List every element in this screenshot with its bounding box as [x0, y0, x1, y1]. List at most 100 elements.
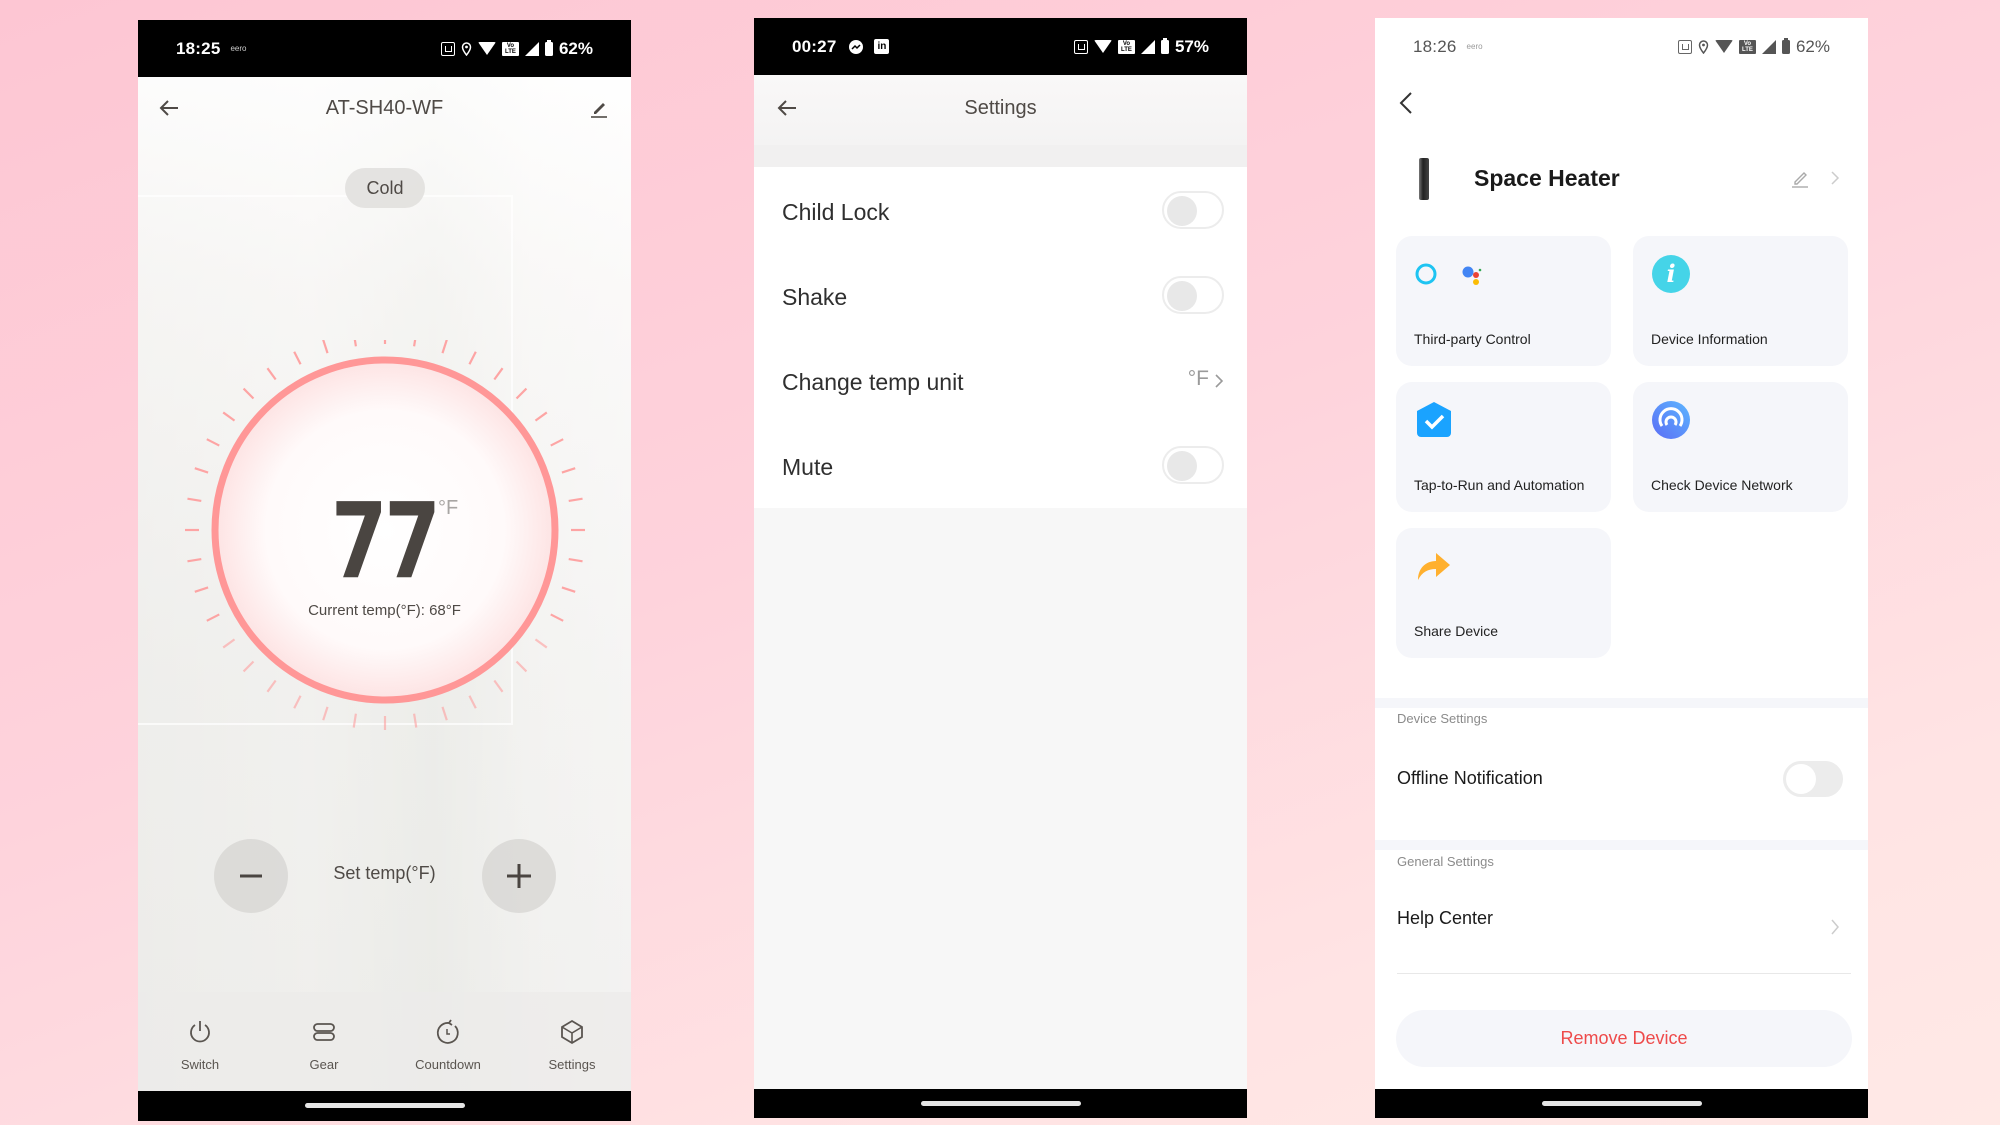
setting-row-child-lock: Child Lock [754, 167, 1247, 252]
child-lock-toggle[interactable] [1162, 191, 1224, 229]
battery-percent: 62% [558, 38, 593, 58]
tab-settings[interactable]: Settings [522, 1018, 622, 1072]
card-label: Third-party Control [1414, 331, 1531, 347]
cube-settings-icon [561, 1019, 583, 1045]
tab-label: Gear [309, 1057, 339, 1072]
section-divider [1375, 698, 1868, 708]
device-name: Space Heater [1474, 165, 1620, 191]
shake-toggle[interactable] [1162, 276, 1224, 314]
location-icon [1698, 39, 1709, 54]
dial-tick [493, 367, 504, 381]
tab-gear[interactable]: Gear [274, 1018, 374, 1072]
volte-icon: Vo LTE [501, 41, 519, 56]
mode-badge[interactable]: Cold [345, 168, 425, 208]
settings-list: Child Lock Shake Change temp unit °F Mut… [754, 167, 1247, 508]
increase-temp-button[interactable] [482, 839, 556, 913]
dial-tick [266, 679, 277, 693]
tab-label: Countdown [415, 1057, 481, 1072]
home-gesture-handle[interactable] [920, 1101, 1081, 1106]
status-time: 18:25 [176, 38, 221, 58]
dial-tick [493, 679, 504, 693]
dial-tick [534, 638, 548, 649]
setting-row-temp-unit[interactable]: Change temp unit °F [754, 337, 1247, 422]
device-title: AT-SH40-WF [325, 96, 444, 119]
wifi-icon [1714, 40, 1733, 53]
dial-tick [242, 660, 255, 673]
card-tap-to-run-automation[interactable]: Tap-to-Run and Automation [1396, 382, 1611, 512]
network-signal-icon [1652, 401, 1690, 439]
dial-tick [322, 706, 329, 721]
edit-pencil-icon[interactable] [1790, 168, 1810, 188]
top-app-bar: Settings [754, 75, 1247, 145]
edit-pencil-icon[interactable] [589, 98, 609, 118]
chevron-right-icon[interactable] [1830, 170, 1840, 186]
wifi-icon [1093, 40, 1112, 53]
card-third-party-control[interactable]: Third-party Control [1396, 236, 1611, 366]
phone-screen-heater-control: 18:25 eero Vo LTE 62% AT-SH40-WF Cold 77… [138, 20, 631, 1121]
setting-row-mute: Mute [754, 422, 1247, 507]
card-share-device[interactable]: Share Device [1396, 528, 1611, 658]
chevron-right-icon[interactable] [1830, 918, 1840, 936]
status-bar: 18:25 eero Vo LTE 62% [138, 20, 631, 77]
remove-device-button[interactable]: Remove Device [1396, 1010, 1852, 1067]
set-temperature-value: 77 [331, 480, 441, 602]
battery-percent: 62% [1795, 36, 1830, 56]
card-label: Check Device Network [1651, 477, 1793, 493]
toggle-knob [1167, 196, 1197, 226]
setting-row-shake: Shake [754, 252, 1247, 337]
set-temperature-display: 77 [138, 480, 631, 602]
setting-label: Shake [782, 284, 848, 310]
status-time: 18:26 [1413, 36, 1457, 56]
dial-tick [293, 351, 302, 365]
dial-tick [413, 713, 418, 728]
battery-percent: 57% [1174, 36, 1209, 56]
card-device-information[interactable]: i Device Information [1633, 236, 1848, 366]
back-chevron-icon[interactable] [1397, 90, 1415, 116]
current-temperature: Current temp(°F): 68°F [308, 602, 461, 619]
location-icon [461, 41, 472, 56]
home-gesture-handle[interactable] [1541, 1101, 1702, 1106]
phone-screen-device-details: 18:26 eero Vo LTE 62% Space Heater Third-… [1375, 18, 1868, 1118]
info-icon: i [1652, 255, 1690, 293]
offline-notification-toggle[interactable] [1783, 761, 1843, 797]
battery-icon [1160, 37, 1169, 54]
nfc-icon [1677, 39, 1692, 54]
section-header-general-settings: General Settings [1397, 854, 1494, 869]
offline-notification-label: Offline Notification [1397, 768, 1543, 788]
dial-tick [206, 438, 220, 447]
dial-tick [515, 660, 528, 673]
battery-icon [1781, 37, 1790, 54]
home-gesture-handle[interactable] [304, 1103, 465, 1108]
bottom-tab-bar: Switch Gear Countdown Settings [138, 992, 631, 1092]
dial-tick [441, 340, 448, 354]
card-label: Tap-to-Run and Automation [1414, 477, 1585, 493]
tab-countdown[interactable]: Countdown [398, 1018, 498, 1072]
phone-screen-settings: 00:27 in Vo LTE 57% Settings Child Lock S… [754, 18, 1247, 1118]
mute-toggle[interactable] [1162, 446, 1224, 484]
countdown-timer-icon [436, 1019, 459, 1044]
dial-tick [413, 340, 417, 347]
plus-icon [507, 864, 531, 888]
signal-icon [524, 41, 539, 56]
device-thumbnail [1419, 158, 1429, 200]
dial-tick [222, 638, 236, 649]
dial-tick [222, 411, 236, 422]
power-icon [190, 1021, 210, 1043]
toggle-knob [1786, 764, 1816, 794]
chevron-right-icon [1215, 374, 1224, 388]
dial-tick [352, 713, 357, 728]
card-label: Share Device [1414, 623, 1499, 639]
divider [1397, 973, 1851, 974]
help-center-link[interactable]: Help Center [1397, 908, 1493, 929]
card-check-device-network[interactable]: Check Device Network [1633, 382, 1848, 512]
tab-switch[interactable]: Switch [150, 1018, 250, 1072]
toggle-knob [1167, 281, 1197, 311]
section-header-device-settings: Device Settings [1397, 711, 1488, 726]
linkedin-icon: in [874, 39, 890, 54]
dial-tick [561, 467, 576, 474]
dial-tick [322, 340, 329, 354]
volte-icon: Vo LTE [1738, 39, 1756, 54]
system-nav-bar [138, 1091, 631, 1121]
dial-tick [468, 351, 477, 365]
tab-label: Settings [548, 1057, 596, 1072]
